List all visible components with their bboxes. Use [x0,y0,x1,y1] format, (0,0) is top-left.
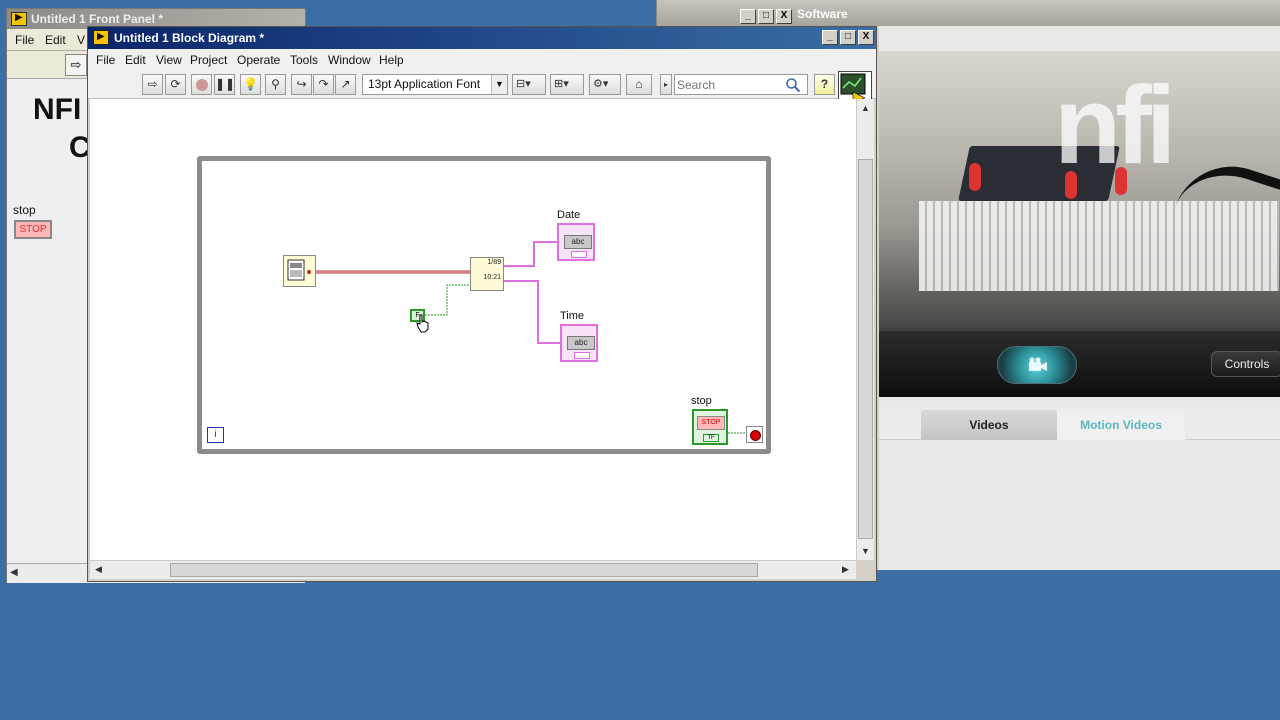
scroll-up-icon[interactable]: ▲ [861,103,870,113]
tab-motion-videos[interactable]: Motion Videos [1057,410,1185,440]
front-panel-heading: NFI [33,93,82,126]
scroll-right-icon[interactable]: ▶ [842,564,849,575]
time-indicator-subtype [574,352,590,359]
menu-file[interactable]: File [15,33,34,47]
front-panel-window-buttons: _ □ X [740,9,796,25]
menu-view[interactable]: V [77,33,85,47]
stop-terminal[interactable]: STOP TF [692,409,728,445]
help-button[interactable]: ? [814,74,835,95]
highlight-execution-icon[interactable]: 💡 [240,74,261,95]
labview-icon [11,12,27,26]
loop-condition-terminal[interactable] [746,426,763,443]
while-loop[interactable] [197,156,771,454]
video-control-bar: Controls [879,331,1280,397]
background-title: Software [797,7,848,21]
time-indicator-label: Time [560,310,585,322]
menu-window[interactable]: Window [328,53,371,67]
block-diagram-canvas[interactable]: 1/89 10:21 Date abc Time abc F i stop ST… [90,99,856,560]
block-diagram-title: Untitled 1 Block Diagram * [114,31,265,45]
maximize-button[interactable]: □ [840,30,856,45]
arduino-breadboard-photo: nfi [879,51,1280,341]
reorder-icon[interactable]: ⚙▾ [589,74,621,95]
video-camera-icon [1029,357,1047,371]
labview-icon [93,30,109,45]
block-diagram-titlebar[interactable]: Untitled 1 Block Diagram * _ □ X [88,27,876,49]
camera-button[interactable] [997,346,1077,384]
scroll-left-icon[interactable]: ◀ [10,567,18,578]
maximize-button[interactable]: □ [758,9,774,24]
expand-toolbar-icon[interactable]: ▸ [660,74,672,95]
controls-button[interactable]: Controls [1211,351,1280,377]
clean-up-diagram-icon[interactable]: ⌂ [626,74,652,95]
align-objects-icon[interactable]: ⊟▾ [512,74,546,95]
block-diagram-toolbar: ⇨ ⟳ ❚❚ 💡 ⚲ ↪ ↷ ↗ 13pt Application Font ▼… [88,71,876,105]
format-time-text: 10:21 [483,274,501,281]
font-select[interactable]: 13pt Application Font ▼ [362,74,508,95]
menu-view[interactable]: View [156,53,182,67]
stop-terminal-type: TF [703,434,719,442]
nfi-logo: nfi [1054,64,1176,187]
menu-operate[interactable]: Operate [237,53,280,67]
step-out-icon[interactable]: ↗ [335,74,356,95]
distribute-objects-icon[interactable]: ⊞▾ [550,74,584,95]
step-over-icon[interactable]: ↷ [313,74,334,95]
hand-cursor-icon [416,314,429,333]
run-arrow-icon[interactable]: ⇨ [142,74,163,95]
search-icon[interactable] [785,77,801,93]
get-date-time-node[interactable] [283,255,316,287]
tab-videos[interactable]: Videos [921,410,1057,440]
format-date-time-node[interactable]: 1/89 10:21 [470,257,504,291]
front-panel-title: Untitled 1 Front Panel * [31,12,164,26]
scroll-left-icon[interactable]: ◀ [95,564,102,575]
close-button[interactable]: X [858,30,874,45]
date-indicator-subtype [571,251,587,258]
format-date-text: 1/89 [487,259,501,266]
time-indicator-type: abc [567,336,595,350]
step-into-icon[interactable]: ↪ [291,74,312,95]
run-continuously-icon[interactable]: ⟳ [165,74,186,95]
abort-icon[interactable] [191,74,212,95]
menu-file[interactable]: File [96,53,115,67]
menu-project[interactable]: Project [190,53,227,67]
menu-edit[interactable]: Edit [45,33,66,47]
hscroll-thumb[interactable] [170,563,758,577]
time-indicator[interactable]: abc [560,324,598,362]
minimize-button[interactable]: _ [822,30,838,45]
stop-control-label: stop [13,203,36,217]
chevron-down-icon: ▼ [491,75,507,94]
led-image [969,163,981,191]
search-input[interactable] [677,76,781,93]
block-diagram-window: Untitled 1 Block Diagram * _ □ X File Ed… [87,26,877,582]
stop-button[interactable]: STOP [14,220,52,239]
block-diagram-hscrollbar[interactable]: ◀ ▶ [90,560,856,579]
date-indicator-label: Date [557,209,581,221]
video-player-area: nfi Controls Videos Motion Videos [879,26,1280,570]
close-button[interactable]: X [776,9,792,24]
date-indicator-type: abc [564,235,592,249]
block-diagram-vscrollbar[interactable]: ▲ ▼ [856,99,874,560]
stop-terminal-label: stop [691,395,712,407]
block-diagram-menubar: File Edit View Project Operate Tools Win… [88,49,876,71]
video-tabs: Videos Motion Videos [879,408,1280,440]
menu-help[interactable]: Help [379,53,404,67]
menu-tools[interactable]: Tools [290,53,318,67]
retain-wire-values-icon[interactable]: ⚲ [265,74,286,95]
date-indicator[interactable]: abc [557,223,595,261]
clock-icon [287,259,311,281]
pause-icon[interactable]: ❚❚ [214,74,235,95]
stop-terminal-text: STOP [697,416,725,430]
iteration-terminal[interactable]: i [207,427,224,443]
scroll-down-icon[interactable]: ▼ [861,546,870,556]
search-box[interactable] [674,74,808,95]
vscroll-thumb[interactable] [858,159,873,539]
run-arrow-icon[interactable]: ⇨ [65,54,87,76]
minimize-button[interactable]: _ [740,9,756,24]
font-select-value: 13pt Application Font [368,77,481,91]
menu-edit[interactable]: Edit [125,53,146,67]
